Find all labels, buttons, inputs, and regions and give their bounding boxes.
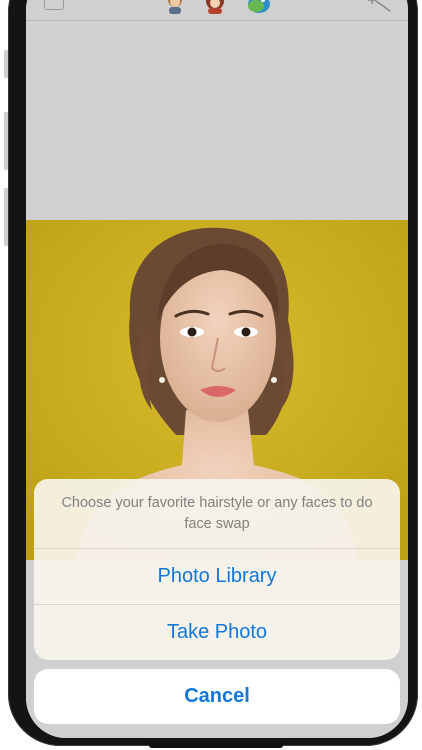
square-icon[interactable] (44, 0, 64, 10)
take-photo-button[interactable]: Take Photo (34, 605, 400, 660)
character-girl-icon[interactable] (202, 0, 228, 14)
action-sheet-message: Choose your favorite hairstyle or any fa… (34, 479, 400, 548)
action-sheet: Choose your favorite hairstyle or any fa… (34, 479, 400, 660)
canvas-empty-area (26, 21, 408, 220)
character-boy-icon[interactable] (162, 0, 188, 14)
app-screenshot: Choose your favorite hairstyle or any fa… (0, 0, 422, 750)
home-indicator[interactable] (149, 743, 283, 748)
top-toolbar (26, 0, 408, 21)
character-bird-icon[interactable] (244, 0, 276, 14)
cancel-button[interactable]: Cancel (34, 669, 400, 724)
action-sheet-message-text: Choose your favorite hairstyle or any fa… (61, 494, 373, 532)
photo-library-button[interactable]: Photo Library (34, 549, 400, 604)
magic-wand-icon[interactable] (368, 0, 392, 12)
